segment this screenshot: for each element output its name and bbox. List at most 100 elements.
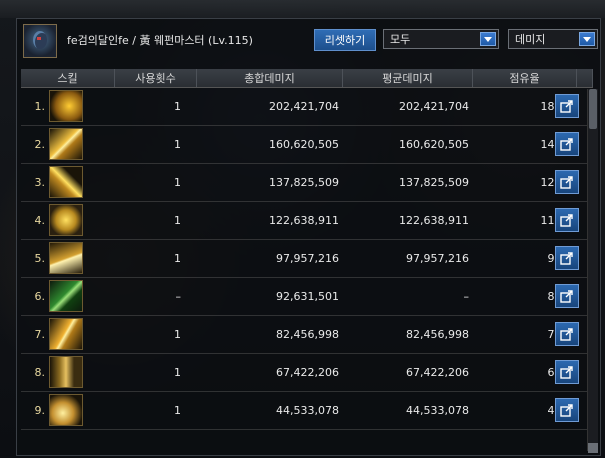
- skill-icon: [49, 318, 83, 350]
- share-button[interactable]: [555, 360, 579, 384]
- target-filter-select[interactable]: 모두: [383, 29, 499, 49]
- rank-label: 3.: [34, 176, 46, 189]
- rank-label: 7.: [34, 328, 46, 341]
- reset-button[interactable]: 리셋하기: [314, 29, 376, 51]
- share-icon: [560, 366, 573, 379]
- total-damage: 122,638,911: [269, 214, 339, 227]
- rank-label: 2.: [34, 138, 46, 151]
- share-icon: [560, 176, 573, 189]
- damage-stats-window: fe검의달인fe / 黃 웨펀마스터 (Lv.115) 리셋하기 모두 데미지 …: [16, 18, 601, 456]
- total-damage: 202,421,704: [269, 100, 339, 113]
- total-damage: 97,957,216: [276, 252, 339, 265]
- use-count: 1: [87, 392, 201, 429]
- average-damage: 137,825,509: [399, 176, 469, 189]
- use-count: 1: [87, 354, 201, 391]
- share-icon: [560, 404, 573, 417]
- use-count-value: 1: [174, 366, 181, 379]
- total-damage: 82,456,998: [276, 328, 339, 341]
- skill-icon: [49, 280, 83, 312]
- share-button[interactable]: [555, 398, 579, 422]
- share-icon: [560, 214, 573, 227]
- header-share[interactable]: 점유율: [473, 69, 577, 87]
- total-damage: 67,422,206: [276, 366, 339, 379]
- metric-filter-select[interactable]: 데미지: [508, 29, 598, 49]
- table-row: 9. 1 44,533,078 44,533,078 4.1 %: [21, 392, 593, 430]
- average-damage: –: [463, 290, 470, 303]
- average-damage: 122,638,911: [399, 214, 469, 227]
- use-count-value: 1: [174, 176, 181, 189]
- share-icon: [560, 252, 573, 265]
- table-row: 2. 1 160,620,505 160,620,505 14.9 %: [21, 126, 593, 164]
- skill-icon: [49, 90, 83, 122]
- share-button[interactable]: [555, 284, 579, 308]
- skill-icon: [49, 394, 83, 426]
- average-damage: 160,620,505: [399, 138, 469, 151]
- use-count-value: 1: [174, 138, 181, 151]
- use-count-value: –: [175, 290, 182, 303]
- table-row: 8. 1 67,422,206 67,422,206 6.3 %: [21, 354, 593, 392]
- share-button[interactable]: [555, 246, 579, 270]
- rank-label: 8.: [34, 366, 46, 379]
- header-skill[interactable]: 스킬: [21, 69, 115, 87]
- use-count-value: 1: [174, 252, 181, 265]
- chevron-down-icon[interactable]: [579, 32, 595, 46]
- share-icon: [560, 290, 573, 303]
- share-button[interactable]: [555, 170, 579, 194]
- scrollbar[interactable]: [587, 89, 598, 451]
- scroll-down-button[interactable]: [588, 443, 598, 453]
- header-spacer: [577, 69, 593, 87]
- skill-damage-table: 스킬 사용횟수 총합데미지 평균데미지 점유율 1. 1 202,421,704…: [21, 69, 593, 430]
- use-count: 1: [87, 316, 201, 353]
- skill-icon: [49, 242, 83, 274]
- share-icon: [560, 138, 573, 151]
- average-damage: 67,422,206: [406, 366, 469, 379]
- target-filter-value: 모두: [390, 33, 411, 46]
- use-count: 1: [87, 202, 201, 239]
- average-damage: 202,421,704: [399, 100, 469, 113]
- table-row: 7. 1 82,456,998 82,456,998 7.7 %: [21, 316, 593, 354]
- table-header: 스킬 사용횟수 총합데미지 평균데미지 점유율: [21, 69, 593, 88]
- average-damage: 97,957,216: [406, 252, 469, 265]
- rank-label: 6.: [34, 290, 46, 303]
- use-count: 1: [87, 88, 201, 125]
- table-row: 3. 1 137,825,509 137,825,509 12.8 %: [21, 164, 593, 202]
- total-damage: 160,620,505: [269, 138, 339, 151]
- rank-label: 9.: [34, 404, 46, 417]
- share-button[interactable]: [555, 208, 579, 232]
- rank-label: 4.: [34, 214, 46, 227]
- metric-filter-value: 데미지: [515, 33, 546, 46]
- table-row: 6. – 92,631,501 – 8.6 %: [21, 278, 593, 316]
- share-button[interactable]: [555, 94, 579, 118]
- average-damage: 82,456,998: [406, 328, 469, 341]
- use-count: –: [87, 278, 201, 315]
- total-damage: 137,825,509: [269, 176, 339, 189]
- header-average-damage[interactable]: 평균데미지: [343, 69, 473, 87]
- rank-label: 1.: [34, 100, 46, 113]
- table-row: 5. 1 97,957,216 97,957,216 9.1 %: [21, 240, 593, 278]
- header-total-damage[interactable]: 총합데미지: [197, 69, 343, 87]
- use-count: 1: [87, 240, 201, 277]
- scroll-thumb[interactable]: [589, 89, 597, 129]
- rank-label: 5.: [34, 252, 46, 265]
- average-damage: 44,533,078: [406, 404, 469, 417]
- table-row: 1. 1 202,421,704 202,421,704 18.8 %: [21, 88, 593, 126]
- avatar-eye: [37, 37, 41, 40]
- share-button[interactable]: [555, 322, 579, 346]
- skill-icon: [49, 166, 83, 198]
- use-count-value: 1: [174, 214, 181, 227]
- character-avatar: [23, 24, 57, 58]
- skill-icon: [49, 204, 83, 236]
- share-icon: [560, 100, 573, 113]
- header-count[interactable]: 사용횟수: [115, 69, 197, 87]
- character-name: fe검의달인fe / 黃 웨펀마스터 (Lv.115): [67, 34, 253, 47]
- total-damage: 44,533,078: [276, 404, 339, 417]
- use-count-value: 1: [174, 100, 181, 113]
- use-count: 1: [87, 126, 201, 163]
- share-icon: [560, 328, 573, 341]
- share-button[interactable]: [555, 132, 579, 156]
- avatar-face: [33, 31, 47, 49]
- use-count-value: 1: [174, 328, 181, 341]
- use-count-value: 1: [174, 404, 181, 417]
- chevron-down-icon[interactable]: [480, 32, 496, 46]
- total-damage: 92,631,501: [276, 290, 339, 303]
